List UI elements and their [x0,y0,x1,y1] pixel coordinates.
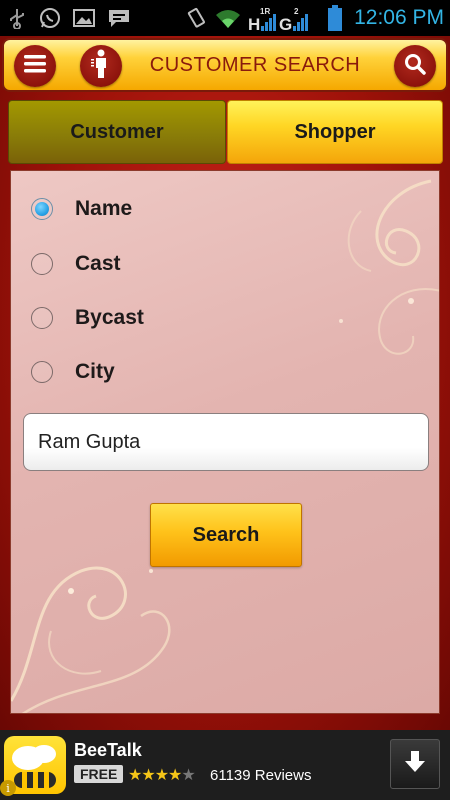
profile-button[interactable] [80,45,122,87]
signal-icon: H 1R G 2 [248,4,322,32]
vibrate-icon [184,6,208,30]
search-panel: Name Cast Bycast City Search [10,170,440,714]
menu-button[interactable] [14,45,56,87]
page-title: CUSTOMER SEARCH [149,53,361,76]
download-button[interactable] [390,739,440,789]
star-icon: ★ [141,767,155,784]
tab-shopper[interactable]: Shopper [227,100,443,164]
radio-label-name: Name [75,197,133,220]
radio-label-city: City [75,360,115,383]
radio-button-checked[interactable] [31,198,53,220]
radio-option-cast[interactable]: Cast [31,244,121,284]
ad-title: BeeTalk [74,740,142,760]
battery-icon [328,5,343,31]
status-time: 12:06 PM [354,6,444,29]
tab-customer[interactable]: Customer [8,100,226,164]
chat-icon [106,6,132,30]
download-arrow-icon [403,750,427,779]
whatsapp-icon [38,6,62,30]
radio-button[interactable] [31,361,53,383]
radio-button[interactable] [31,307,53,329]
ad-banner[interactable]: i BeeTalk FREE ★★★★★ 61139 Reviews [0,730,450,800]
status-bar: H 1R G 2 12:06 PM [0,0,450,36]
tab-customer-label: Customer [70,120,164,143]
search-input[interactable] [23,413,429,471]
search-button-label: Search [192,523,260,546]
swirl-decoration-top [339,179,439,355]
menu-icon [24,54,46,78]
tab-shopper-label: Shopper [294,120,376,143]
svg-text:H: H [248,15,260,32]
star-icon: ★ [168,767,182,784]
ad-rating-stars: ★★★★★ [128,765,196,785]
gallery-icon [72,7,96,29]
app-header: CUSTOMER SEARCH [2,38,448,92]
person-icon [89,49,113,84]
ad-free-badge: FREE [74,765,124,783]
search-icon [403,52,427,81]
star-empty-icon: ★ [181,767,195,784]
ad-reviews: 61139 Reviews [210,767,312,784]
info-icon[interactable]: i [0,780,16,796]
svg-text:2: 2 [294,7,299,16]
search-button[interactable]: Search [150,503,302,567]
radio-option-name[interactable]: Name [31,189,132,229]
radio-button[interactable] [31,253,53,275]
star-icon: ★ [128,767,142,784]
svg-text:G: G [279,15,292,32]
radio-option-city[interactable]: City [31,352,115,392]
wifi-icon [214,7,242,29]
radio-label-cast: Cast [75,252,121,275]
usb-icon [6,7,28,29]
svg-text:1R: 1R [260,7,270,16]
radio-option-bycast[interactable]: Bycast [31,298,144,338]
search-header-button[interactable] [394,45,436,87]
radio-label-bycast: Bycast [75,306,144,329]
star-icon: ★ [154,767,169,784]
